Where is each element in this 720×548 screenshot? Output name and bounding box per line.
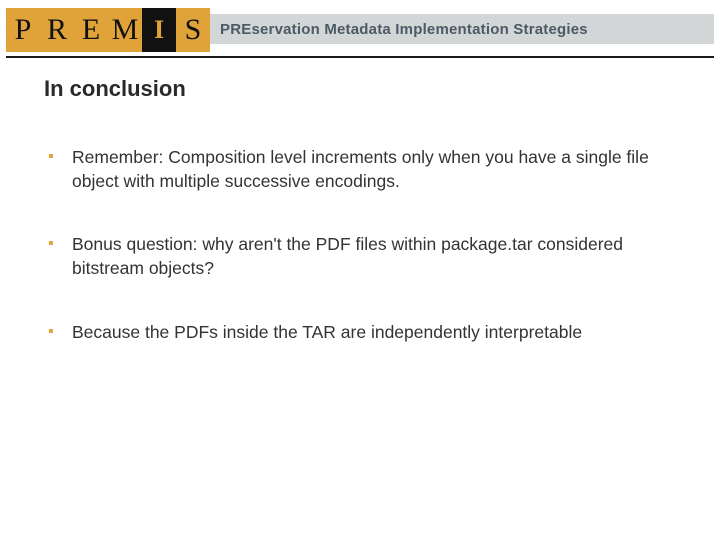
logo-glyph: E [82,15,100,45]
list-item: Bonus question: why aren't the PDF files… [44,233,676,280]
logo-glyph: R [47,15,67,45]
list-item: Because the PDFs inside the TAR are inde… [44,321,676,345]
logo-glyph: I [154,17,164,43]
logo-glyph: M [112,15,139,45]
slide-heading: In conclusion [44,76,676,102]
list-item: Remember: Composition level increments o… [44,146,676,193]
logo-glyph: S [185,15,202,45]
header-title-rest: servation Metadata Implementation Strate… [251,21,587,38]
header-title-band: PREservation Metadata Implementation Str… [210,14,714,44]
header: P R E M I S PREservation Metadata Implem… [6,8,714,52]
logo-letter: I [142,8,176,52]
premis-logo: P R E M I S [6,8,210,52]
header-title-prefix: PRE [220,21,251,38]
header-title: PREservation Metadata Implementation Str… [220,21,588,38]
logo-letter: E [74,8,108,52]
slide: P R E M I S PREservation Metadata Implem… [0,8,720,548]
logo-letter: M [108,8,142,52]
content: In conclusion Remember: Composition leve… [0,58,720,344]
logo-letter: S [176,8,210,52]
logo-glyph: P [15,15,32,45]
logo-letter: P [6,8,40,52]
logo-letter: R [40,8,74,52]
bullet-list: Remember: Composition level increments o… [44,146,676,344]
